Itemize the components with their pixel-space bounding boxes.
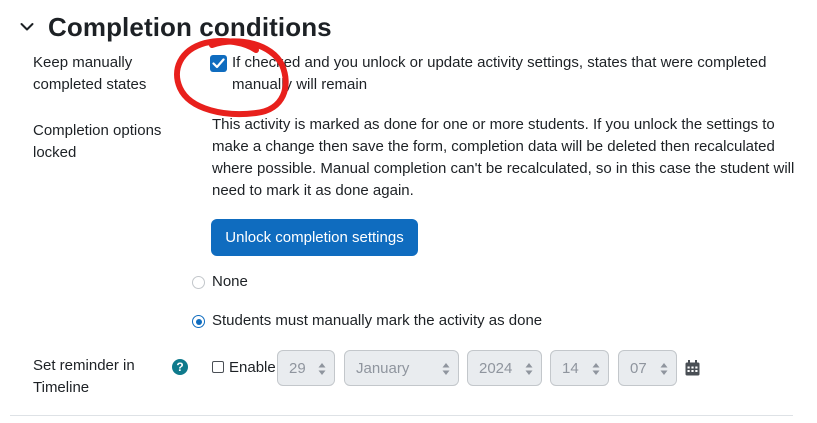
chevron-down-icon [20,23,34,31]
locked-message: This activity is marked as done for one … [212,116,795,199]
radio-none-label: None [212,273,248,290]
section-header: Completion conditions [14,10,332,44]
section-divider [10,415,793,416]
collapse-toggle[interactable] [14,12,40,42]
check-icon [212,58,225,69]
radio-manual[interactable] [192,315,205,328]
reminder-enable-label: Enable [229,359,276,376]
year-select[interactable]: 2024 [467,350,542,386]
sort-arrows-icon [592,363,600,375]
keep-manual-description: If checked and you unlock or update acti… [232,54,767,93]
keep-manual-checkbox[interactable] [210,55,227,72]
month-select[interactable]: January [344,350,459,386]
reminder-enable-checkbox[interactable] [212,361,224,373]
radio-none[interactable] [192,276,205,289]
day-select[interactable]: 29 [277,350,335,386]
sort-arrows-icon [442,363,450,375]
hour-select[interactable]: 14 [550,350,609,386]
sort-arrows-icon [318,363,326,375]
locked-label: Completion options locked [33,122,162,161]
reminder-label: Set reminder in Timeline [33,357,135,396]
keep-manual-label: Keep manually completed states [33,54,147,93]
section-title: Completion conditions [48,12,332,42]
calendar-icon[interactable] [685,360,700,376]
unlock-completion-button[interactable]: Unlock completion settings [211,219,418,256]
sort-arrows-icon [525,363,533,375]
question-circle-icon[interactable]: ? [172,359,188,375]
sort-arrows-icon [660,363,668,375]
radio-manual-label: Students must manually mark the activity… [212,312,543,329]
minute-select[interactable]: 07 [618,350,677,386]
